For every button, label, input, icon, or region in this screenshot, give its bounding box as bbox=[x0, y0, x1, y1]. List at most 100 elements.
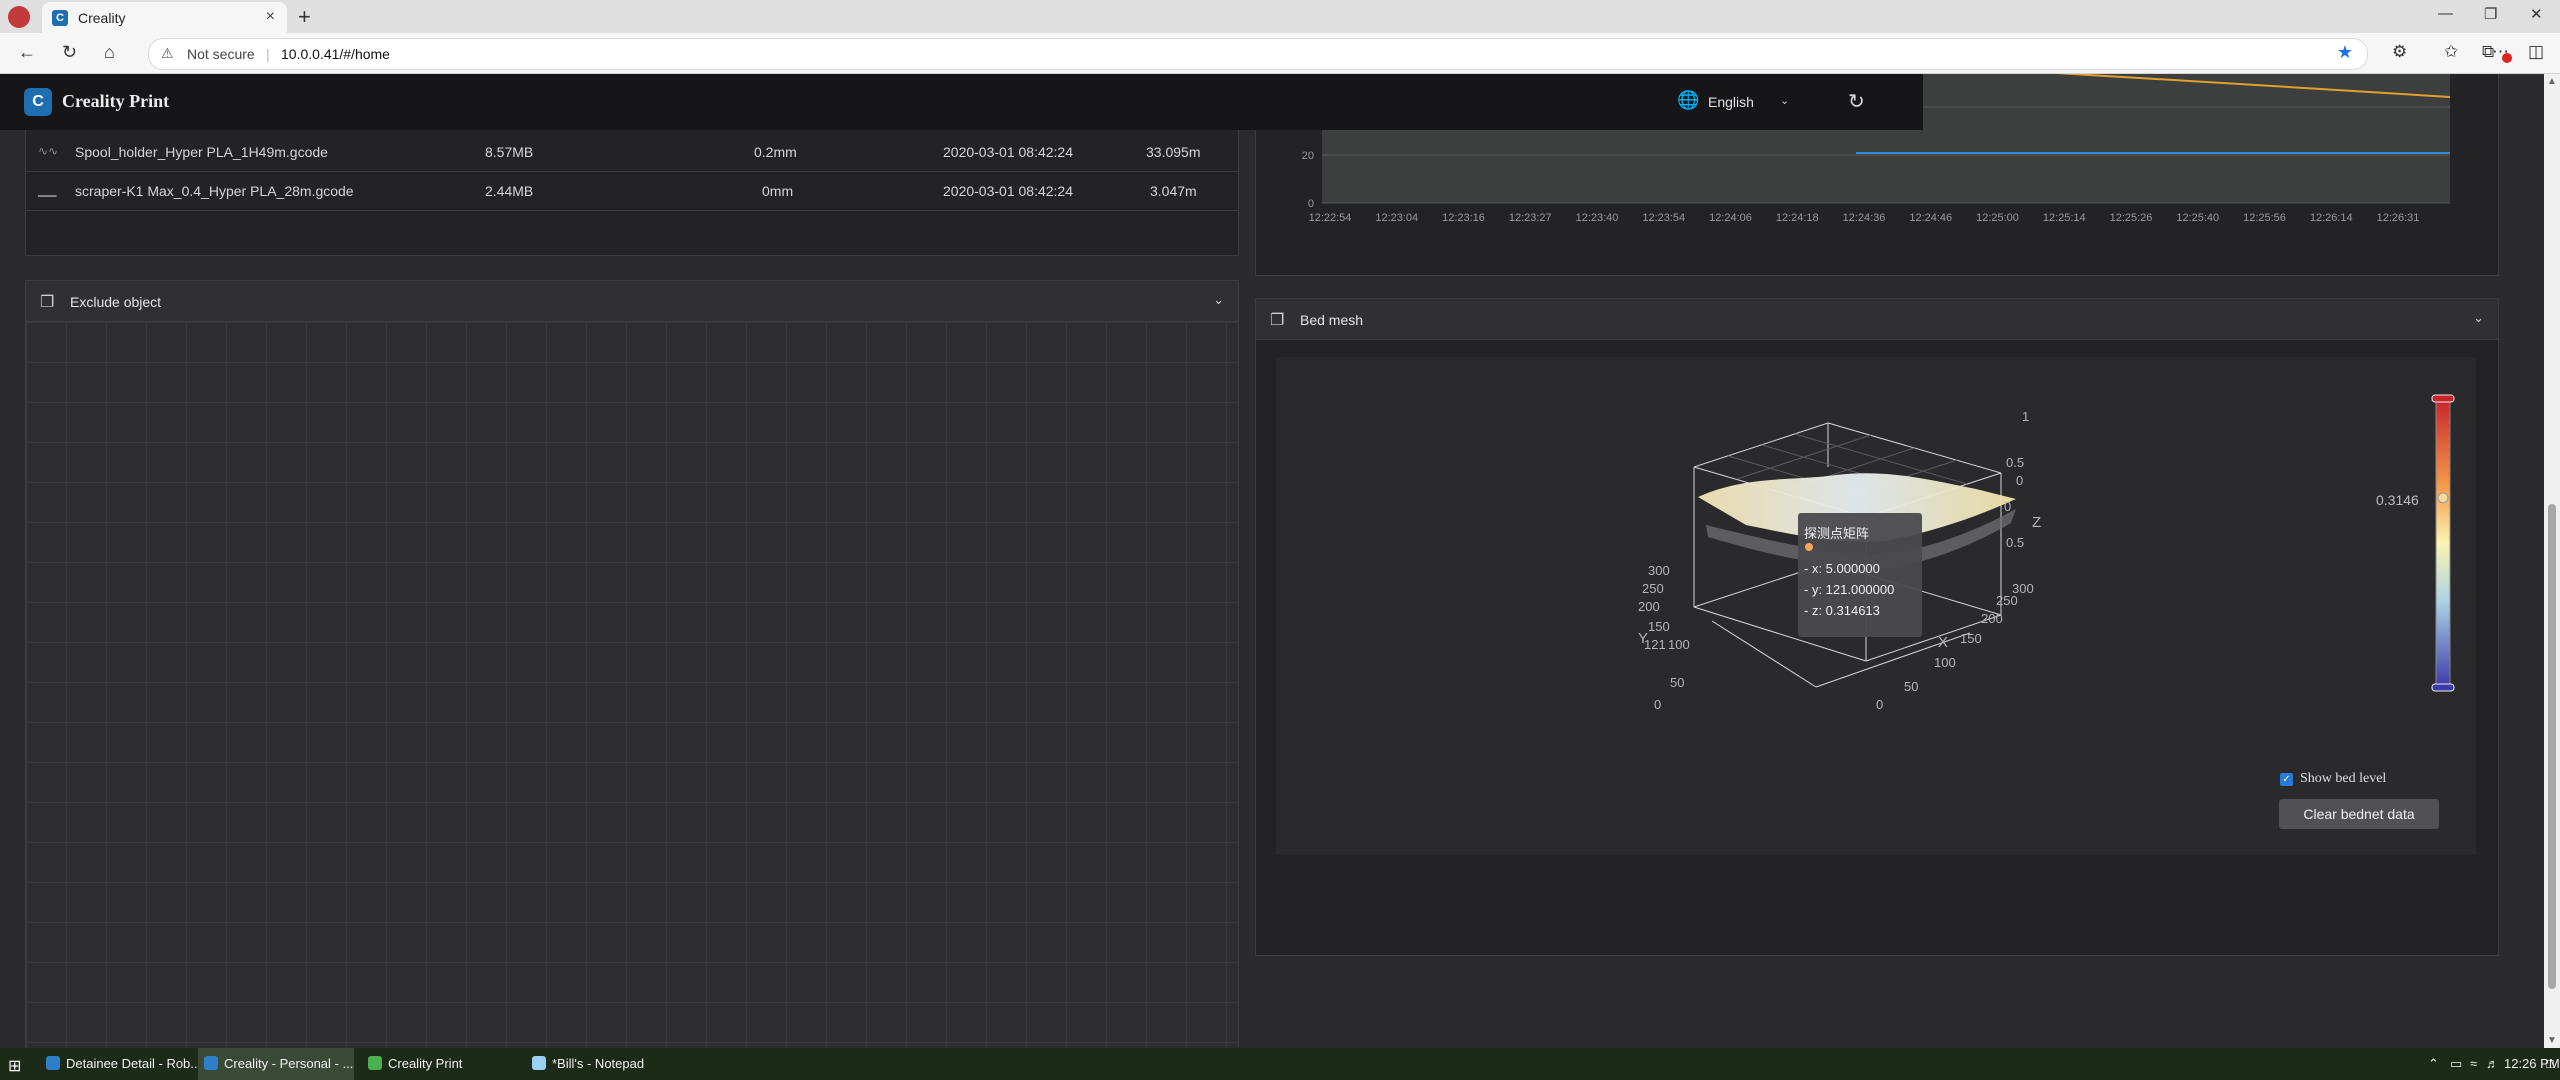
temp-x-tick-label: 12:22:54 bbox=[1309, 212, 1352, 224]
scroll-up-icon[interactable]: ▲ bbox=[2547, 76, 2557, 87]
address-input[interactable]: ⚠ Not secure | 10.0.0.41/#/home ★ bbox=[148, 38, 2368, 70]
show-bed-level-label[interactable]: Show bed level bbox=[2300, 771, 2386, 787]
notifications-icon[interactable]: □ bbox=[2546, 1056, 2554, 1071]
file-filament: 3.047m bbox=[1150, 183, 1197, 199]
mesh-x-tick-label: 0 bbox=[1876, 697, 1883, 712]
clear-bednet-button[interactable]: Clear bednet data bbox=[2279, 799, 2439, 829]
tooltip-title: 探测点矩阵 bbox=[1804, 526, 1870, 541]
temp-x-tick-label: 12:24:36 bbox=[1843, 212, 1886, 224]
chevron-down-icon[interactable]: ⌄ bbox=[1213, 292, 1224, 308]
home-icon[interactable]: ⌂ bbox=[104, 42, 115, 63]
temp-x-tick-label: 12:26:14 bbox=[2310, 212, 2353, 224]
reload-icon[interactable]: ↻ bbox=[62, 42, 77, 63]
mesh-x-tick-label: 200 bbox=[1981, 611, 2003, 626]
scale-handle[interactable] bbox=[2437, 492, 2449, 504]
cube-icon: ❐ bbox=[40, 294, 55, 311]
taskbar-item-label: Detainee Detail - Rob... bbox=[66, 1056, 202, 1071]
mesh-x-axis-label: X bbox=[1938, 634, 1948, 651]
start-icon[interactable]: ⊞ bbox=[8, 1056, 21, 1076]
file-layer-height: 0mm bbox=[762, 183, 794, 199]
star-icon[interactable]: ★ bbox=[2337, 42, 2353, 63]
show-bed-level-checkbox[interactable]: ✓ bbox=[2280, 773, 2293, 786]
refresh-icon[interactable]: ↻ bbox=[1848, 89, 1865, 114]
temp-x-tick-label: 12:23:27 bbox=[1509, 212, 1552, 224]
scale-value: 0.3146 bbox=[2376, 492, 2419, 508]
page-scrollbar[interactable]: ▲ ▼ bbox=[2544, 74, 2560, 1048]
taskbar-item[interactable]: *Bill's - Notepad bbox=[526, 1048, 682, 1080]
file-size: 2.44MB bbox=[485, 183, 534, 199]
temp-y-tick-label: 0 bbox=[1308, 198, 1314, 210]
browser-profile-icon[interactable] bbox=[8, 6, 30, 28]
bed-mesh-panel: ❐ Bed mesh ⌄ 1 0.5 0 0 0.5 Z 300 250 200… bbox=[1255, 298, 2499, 956]
tray-chevron-up-icon[interactable]: ⌃ bbox=[2428, 1056, 2439, 1072]
mesh-y-axis-label: Y bbox=[1638, 630, 1648, 647]
address-bar-row: ← ↻ ⌂ ⚠ Not secure | 10.0.0.41/#/home ★ … bbox=[0, 33, 2560, 74]
temp-x-tick-label: 12:25:26 bbox=[2110, 212, 2153, 224]
temp-x-tick-label: 12:25:40 bbox=[2176, 212, 2219, 224]
mesh-x-tick-label: 100 bbox=[1934, 655, 1956, 670]
warning-icon: ⚠ bbox=[161, 45, 174, 61]
bed-mesh-header[interactable]: ❐ Bed mesh ⌄ bbox=[1256, 299, 2498, 340]
file-date: 2020-03-01 08:42:24 bbox=[943, 144, 1073, 160]
globe-icon[interactable]: 🌐 bbox=[1677, 90, 1699, 111]
sidebar-icon[interactable]: ◫ bbox=[2528, 42, 2544, 62]
taskbar-item[interactable]: Detainee Detail - Rob... bbox=[40, 1048, 201, 1080]
temp-x-tick-label: 12:23:54 bbox=[1642, 212, 1685, 224]
taskbar-item-label: Creality - Personal - ... bbox=[224, 1056, 354, 1071]
temp-x-tick-label: 12:23:16 bbox=[1442, 212, 1485, 224]
temp-x-tick-label: 12:24:06 bbox=[1709, 212, 1752, 224]
chevron-down-icon[interactable]: ⌄ bbox=[2473, 310, 2484, 326]
scrollbar-thumb[interactable] bbox=[2548, 504, 2556, 989]
address-separator: | bbox=[266, 46, 270, 62]
exclude-object-canvas[interactable] bbox=[26, 322, 1238, 1048]
edge-icon bbox=[204, 1056, 218, 1070]
volume-icon[interactable]: ♬ bbox=[2486, 1056, 2499, 1071]
mesh-x-tick-label: 150 bbox=[1960, 631, 1982, 646]
taskbar-item[interactable]: Creality - Personal - ... bbox=[198, 1048, 354, 1080]
maximize-window-icon[interactable]: ❐ bbox=[2484, 5, 2497, 23]
scroll-down-icon[interactable]: ▼ bbox=[2547, 1035, 2557, 1046]
chevron-down-icon[interactable]: ⌄ bbox=[1780, 94, 1789, 107]
security-label[interactable]: Not secure bbox=[187, 46, 255, 62]
back-arrow-icon[interactable]: ← bbox=[18, 42, 36, 63]
edge-icon bbox=[46, 1056, 60, 1070]
temp-x-tick-label: 12:24:46 bbox=[1909, 212, 1952, 224]
mesh-z-tick-label: 0 bbox=[2016, 473, 2023, 488]
mesh-z-axis-label: Z bbox=[2032, 514, 2041, 531]
temp-x-tick-label: 12:25:14 bbox=[2043, 212, 2086, 224]
file-thumbnail-icon: ∿∿ bbox=[38, 144, 59, 158]
browser-tab-creality[interactable]: C Creality × bbox=[42, 2, 287, 33]
bed-mesh-title: Bed mesh bbox=[1300, 312, 1364, 328]
temp-x-tick-label: 12:24:18 bbox=[1776, 212, 1819, 224]
mesh-y-tick-label: 150 bbox=[1648, 619, 1670, 634]
windows-taskbar: ⊞ Detainee Detail - Rob... Creality - Pe… bbox=[0, 1048, 2560, 1080]
mesh-z-tick-label: 0.5 bbox=[2006, 455, 2024, 470]
mesh-y-tick-label: 250 bbox=[1642, 581, 1664, 596]
temp-x-tick-label: 12:23:04 bbox=[1375, 212, 1418, 224]
network-icon[interactable]: ▭ bbox=[2450, 1056, 2462, 1072]
wifi-icon[interactable]: ≈ bbox=[2470, 1056, 2477, 1071]
file-date: 2020-03-01 08:42:24 bbox=[943, 183, 1073, 199]
tooltip-y: - y: 121.000000 bbox=[1804, 582, 1895, 597]
exclude-object-header[interactable]: ❐ Exclude object ⌄ bbox=[26, 281, 1238, 322]
file-row[interactable]: ∿∿ Spool_holder_Hyper PLA_1H49m.gcode 8.… bbox=[26, 133, 1238, 172]
mesh-color-scale[interactable] bbox=[2431, 394, 2455, 692]
extensions-icon[interactable]: ⚙ bbox=[2392, 42, 2407, 62]
favorites-icon[interactable]: ✩ bbox=[2444, 42, 2458, 62]
new-tab-button[interactable]: + bbox=[298, 4, 311, 30]
minimize-window-icon[interactable]: — bbox=[2438, 5, 2453, 22]
creality-logo-icon[interactable]: C bbox=[24, 88, 52, 116]
language-select[interactable]: English bbox=[1708, 94, 1754, 110]
tooltip-x: - x: 5.000000 bbox=[1804, 561, 1880, 576]
temp-y-tick-label: 20 bbox=[1302, 150, 1314, 162]
bed-mesh-3d-view[interactable]: 1 0.5 0 0 0.5 Z 300 250 200 150 121 100 50 0 Y 300 250 20… bbox=[1276, 357, 2476, 855]
taskbar-item[interactable]: Creality Print bbox=[362, 1048, 518, 1080]
temp-x-tick-label: 12:23:40 bbox=[1576, 212, 1619, 224]
cube-icon: ❐ bbox=[1270, 312, 1285, 329]
file-row[interactable]: ▁▁ scraper-K1 Max_0.4_Hyper PLA_28m.gcod… bbox=[26, 172, 1238, 211]
mesh-y-tick-label: 100 bbox=[1668, 637, 1690, 652]
mesh-z-tick-label: 0.5 bbox=[2006, 535, 2024, 550]
url-text[interactable]: 10.0.0.41/#/home bbox=[281, 46, 390, 62]
close-window-icon[interactable]: ✕ bbox=[2530, 5, 2543, 23]
close-tab-icon[interactable]: × bbox=[266, 8, 275, 26]
